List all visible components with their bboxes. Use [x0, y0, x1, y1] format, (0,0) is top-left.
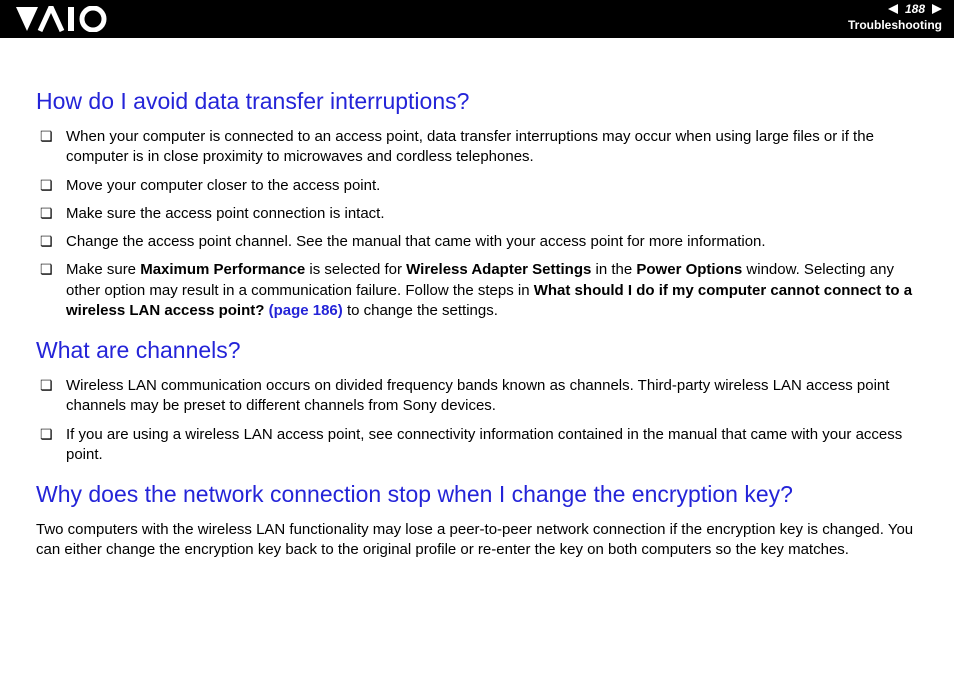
list-item: Make sure the access point connection is… — [36, 204, 918, 224]
list-item: When your computer is connected to an ac… — [36, 127, 918, 168]
section-label: Troubleshooting — [848, 18, 942, 32]
list-item: Change the access point channel. See the… — [36, 232, 918, 252]
paragraph: Two computers with the wireless LAN func… — [36, 520, 918, 561]
page-content: How do I avoid data transfer interruptio… — [0, 38, 954, 561]
next-page-icon[interactable] — [932, 4, 942, 14]
page-nav: 188 — [888, 2, 942, 16]
heading-data-transfer: How do I avoid data transfer interruptio… — [36, 88, 918, 115]
list-item: Wireless LAN communication occurs on div… — [36, 376, 918, 417]
heading-encryption-key: Why does the network connection stop whe… — [36, 481, 918, 508]
bold-text: Wireless Adapter Settings — [406, 261, 591, 278]
list-channels: Wireless LAN communication occurs on div… — [36, 376, 918, 465]
text: Make sure — [66, 261, 140, 278]
bold-text: Power Options — [636, 261, 742, 278]
list-item: Make sure Maximum Performance is selecte… — [36, 260, 918, 321]
list-data-transfer: When your computer is connected to an ac… — [36, 127, 918, 321]
text: to change the settings. — [343, 302, 498, 319]
bold-text: Maximum Performance — [140, 261, 305, 278]
list-item: If you are using a wireless LAN access p… — [36, 425, 918, 466]
vaio-logo — [16, 6, 126, 32]
page-link[interactable]: (page 186) — [269, 302, 343, 319]
page-number: 188 — [901, 2, 929, 16]
header-bar: 188 Troubleshooting — [0, 0, 954, 38]
document-page: 188 Troubleshooting How do I avoid data … — [0, 0, 954, 674]
heading-channels: What are channels? — [36, 337, 918, 364]
text: is selected for — [305, 261, 406, 278]
text: in the — [591, 261, 636, 278]
list-item: Move your computer closer to the access … — [36, 176, 918, 196]
prev-page-icon[interactable] — [888, 4, 898, 14]
